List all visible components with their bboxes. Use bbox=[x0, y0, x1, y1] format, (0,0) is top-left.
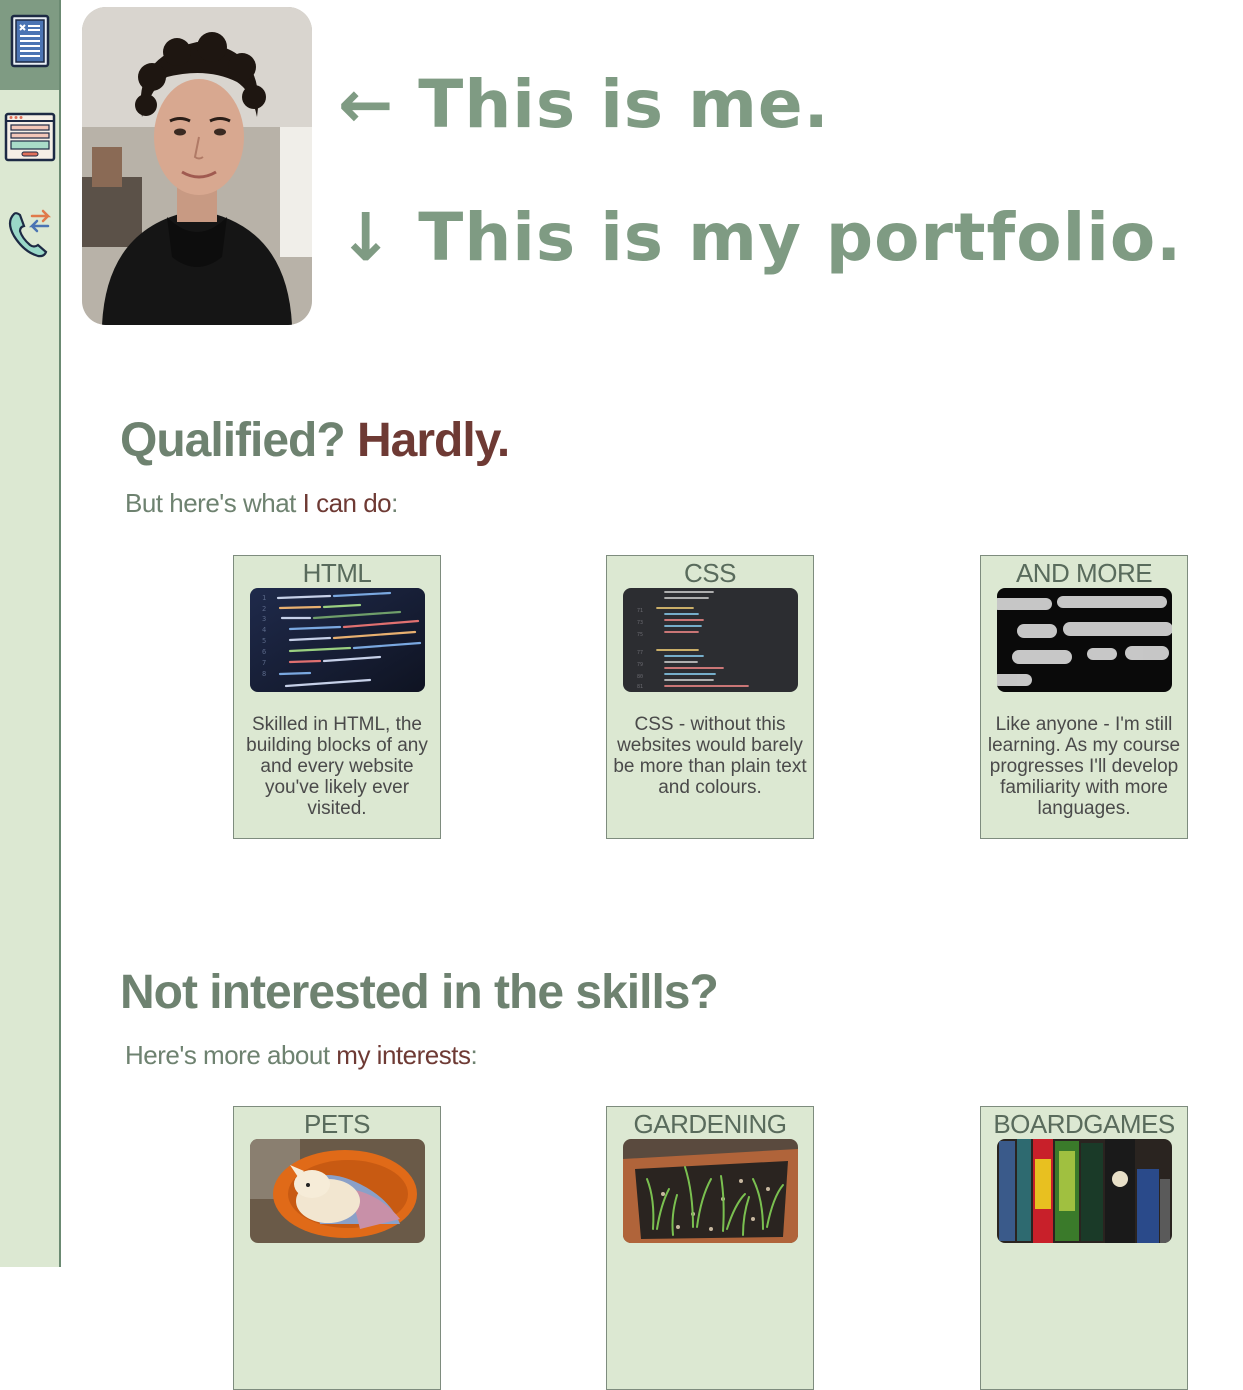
interests-sub-colon: : bbox=[470, 1040, 478, 1070]
svg-text:5: 5 bbox=[262, 637, 266, 645]
svg-text:77: 77 bbox=[637, 650, 643, 656]
arrow-left-icon: ← bbox=[338, 66, 395, 143]
interest-card-gardening[interactable]: GARDENING bbox=[606, 1106, 814, 1390]
hero-intro-line: ← This is me. bbox=[338, 66, 830, 143]
svg-text:80: 80 bbox=[637, 674, 643, 680]
skills-sub-colon: : bbox=[391, 488, 398, 518]
gardening-planter-image bbox=[622, 1139, 798, 1243]
interests-sub-accent: my interests bbox=[336, 1040, 471, 1070]
interest-card-pets[interactable]: PETS bbox=[233, 1106, 441, 1390]
boardgames-shelf-image bbox=[996, 1139, 1172, 1243]
webpage-layout-icon[interactable] bbox=[4, 108, 56, 164]
pets-dog-image bbox=[249, 1139, 425, 1243]
card-title: CSS bbox=[684, 558, 736, 588]
card-title: AND MORE bbox=[1015, 558, 1153, 588]
card-description: CSS - without this websites would barely… bbox=[613, 714, 807, 798]
sidebar bbox=[0, 0, 61, 1267]
svg-text:3: 3 bbox=[262, 615, 266, 623]
interests-sub-text: Here's more about bbox=[125, 1040, 337, 1070]
card-description: Like anyone - I'm still learning. As my … bbox=[987, 714, 1181, 819]
profile-photo bbox=[82, 7, 312, 325]
card-title: GARDENING bbox=[633, 1109, 787, 1139]
phone-contact-icon[interactable] bbox=[4, 202, 56, 258]
svg-text:71: 71 bbox=[637, 608, 643, 614]
svg-text:79: 79 bbox=[637, 662, 643, 668]
svg-text:7: 7 bbox=[262, 659, 266, 667]
skills-heading: Qualified? Hardly. bbox=[120, 413, 510, 468]
svg-text:81: 81 bbox=[637, 684, 643, 690]
svg-text:4: 4 bbox=[262, 626, 266, 634]
resume-document-icon[interactable] bbox=[4, 14, 56, 70]
svg-text:1: 1 bbox=[262, 594, 266, 602]
skills-sub-text: But here's what bbox=[125, 488, 303, 518]
html-code-image: 1 2 3 4 5 6 7 8 bbox=[249, 588, 425, 692]
svg-text:75: 75 bbox=[637, 632, 643, 638]
skills-heading-accent: Hardly. bbox=[357, 414, 510, 467]
interests-subheading: Here's more about my interests: bbox=[125, 1040, 478, 1071]
skills-subheading: But here's what I can do: bbox=[125, 488, 398, 519]
svg-text:73: 73 bbox=[637, 620, 643, 626]
skills-heading-question: Qualified? bbox=[120, 414, 358, 467]
card-title: HTML bbox=[302, 558, 372, 588]
hero-intro-text: This is me. bbox=[418, 66, 830, 143]
skills-sub-accent: I can do bbox=[302, 488, 392, 518]
css-code-image: 71 73 75 77 79 80 81 bbox=[622, 588, 798, 692]
svg-text:2: 2 bbox=[262, 605, 266, 613]
skill-card-css[interactable]: CSS 71 73 75 77 79 80 81 CSS - without t… bbox=[606, 555, 814, 839]
skill-card-more[interactable]: AND MORE Like anyone - I'm still learnin… bbox=[980, 555, 1188, 839]
card-description: Skilled in HTML, the building blocks of … bbox=[246, 714, 428, 819]
arrow-down-icon: ↓ bbox=[338, 199, 395, 276]
svg-text:8: 8 bbox=[262, 670, 266, 678]
skill-card-html[interactable]: HTML 1234 5678 Skilled in HTML, the buil… bbox=[233, 555, 441, 839]
blurred-code-image bbox=[996, 588, 1172, 692]
card-title: BOARDGAMES bbox=[993, 1109, 1175, 1139]
interests-heading: Not interested in the skills? bbox=[120, 966, 719, 1019]
hero-portfolio-line: ↓ This is my portfolio. bbox=[338, 199, 1182, 276]
interest-card-boardgames[interactable]: BOARDGAMES bbox=[980, 1106, 1188, 1390]
svg-text:6: 6 bbox=[262, 648, 266, 656]
hero-portfolio-text: This is my portfolio. bbox=[418, 199, 1183, 276]
card-title: PETS bbox=[304, 1109, 370, 1139]
